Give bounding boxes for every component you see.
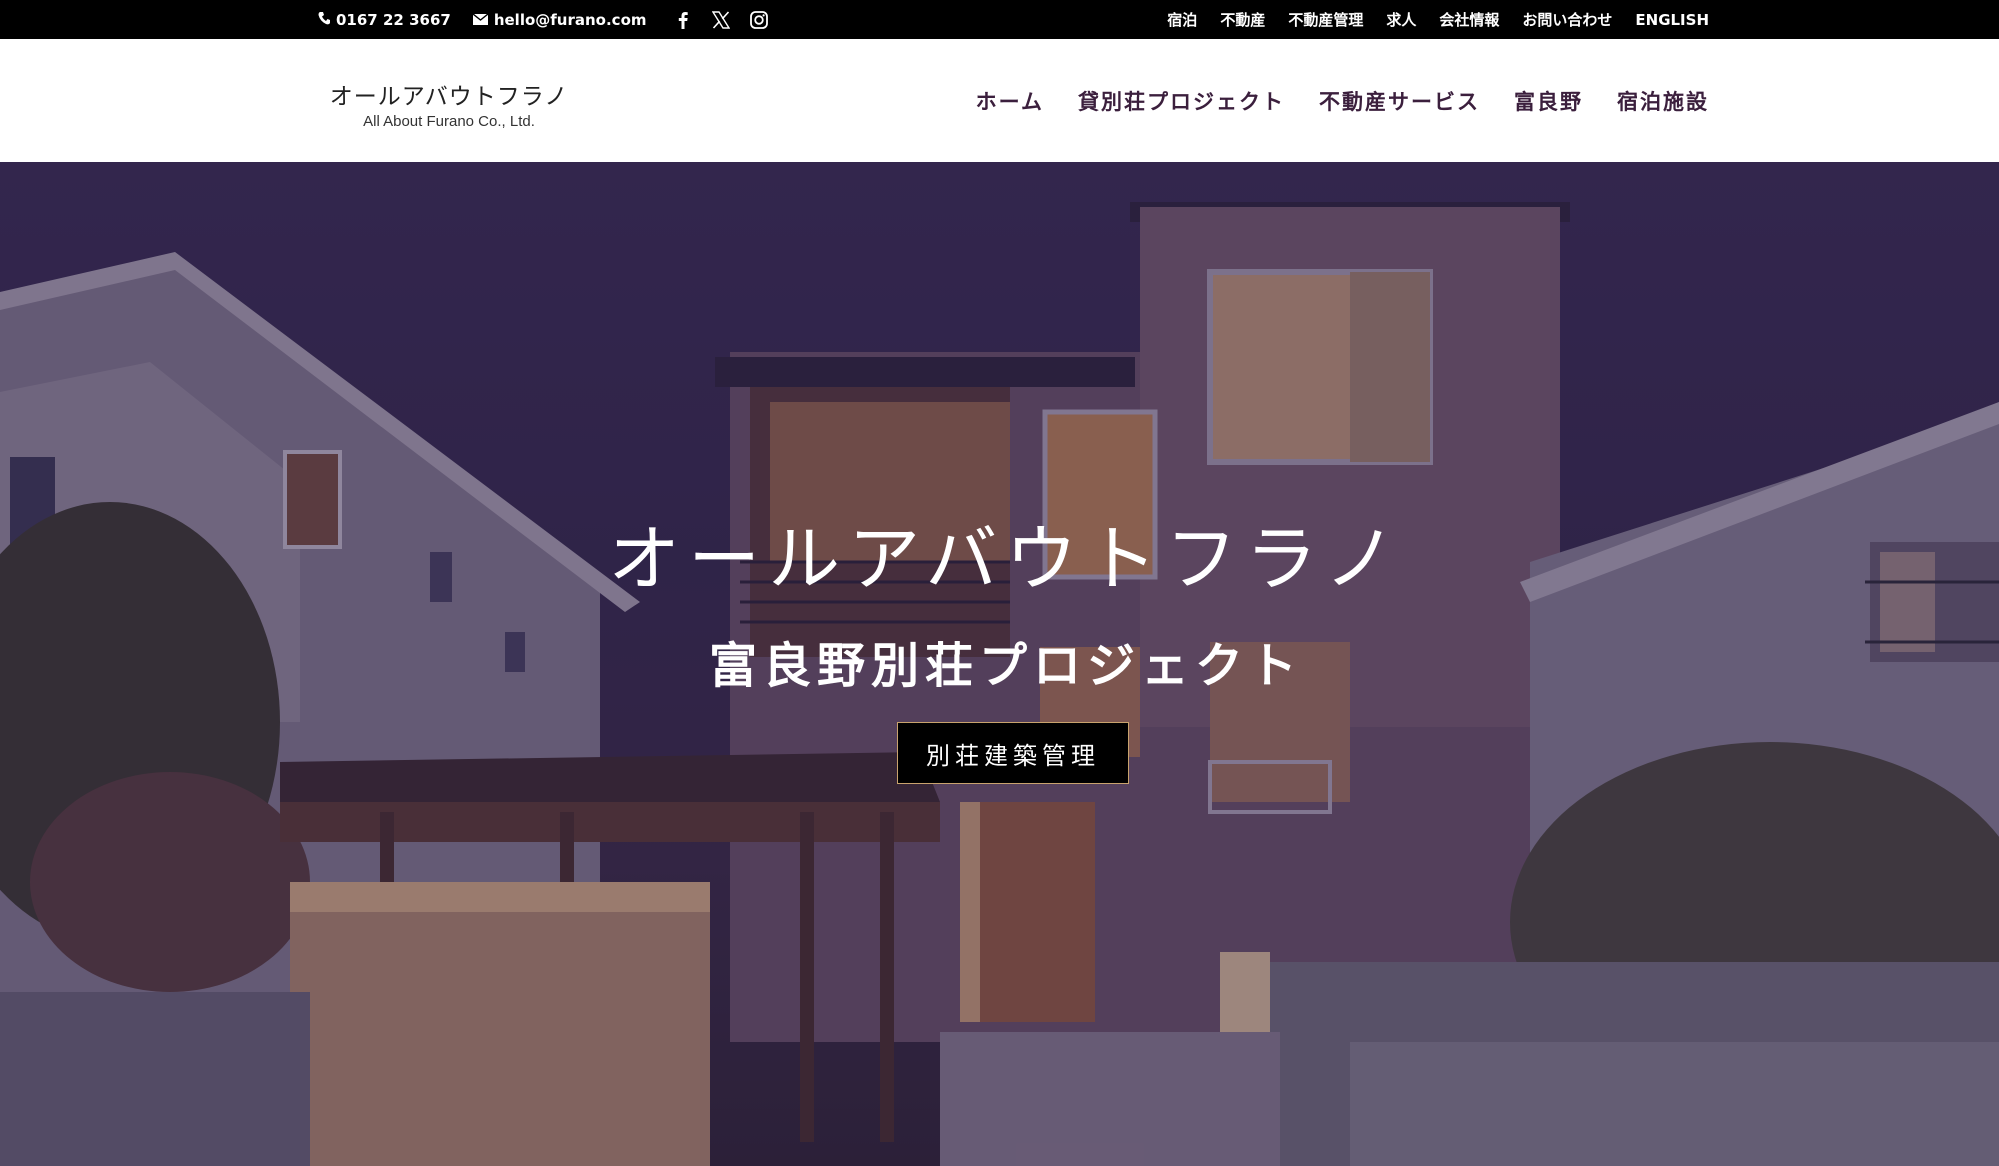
- contact-info: 0167 22 3667 hello@furano.com: [318, 0, 769, 39]
- site-header: オールアバウトフラノ All About Furano Co., Ltd. ホー…: [0, 39, 1999, 162]
- secondary-nav-property-management[interactable]: 不動産管理: [1288, 9, 1363, 30]
- phone-link[interactable]: 0167 22 3667: [318, 11, 451, 29]
- secondary-nav-contact[interactable]: お問い合わせ: [1522, 9, 1612, 30]
- main-nav-real-estate-services[interactable]: 不動産サービス: [1319, 86, 1480, 116]
- secondary-nav-english[interactable]: ENGLISH: [1635, 11, 1709, 29]
- email-link[interactable]: hello@furano.com: [472, 10, 647, 29]
- logo-english: All About Furano Co., Ltd.: [363, 113, 535, 130]
- secondary-nav: 宿泊 不動産 不動産管理 求人 会社情報 お問い合わせ ENGLISH: [1167, 0, 1709, 39]
- main-nav-accommodation[interactable]: 宿泊施設: [1617, 86, 1709, 116]
- email-address: hello@furano.com: [493, 10, 647, 29]
- instagram-icon[interactable]: [749, 10, 769, 30]
- site-logo[interactable]: オールアバウトフラノ All About Furano Co., Ltd.: [329, 77, 569, 130]
- logo-japanese: オールアバウトフラノ: [329, 84, 569, 110]
- secondary-nav-stay[interactable]: 宿泊: [1167, 9, 1197, 30]
- phone-icon: [318, 11, 330, 29]
- villa-construction-management-button[interactable]: 別荘建築管理: [897, 722, 1129, 784]
- hero-subtitle: 富良野別荘プロジェクト: [708, 638, 1303, 694]
- main-nav-home[interactable]: ホーム: [976, 86, 1044, 116]
- hero-title: オールアバウトフラノ: [608, 517, 1404, 601]
- x-icon[interactable]: [711, 10, 731, 30]
- main-nav: ホーム 貸別荘プロジェクト 不動産サービス 富良野 宿泊施設: [976, 39, 1709, 162]
- envelope-icon: [472, 11, 489, 29]
- hero-section: オールアバウトフラノ 富良野別荘プロジェクト 別荘建築管理: [0, 162, 1999, 1166]
- top-bar: 0167 22 3667 hello@furano.com 宿泊 不動産 不動産…: [0, 0, 1999, 39]
- secondary-nav-jobs[interactable]: 求人: [1386, 9, 1416, 30]
- phone-number: 0167 22 3667: [336, 10, 451, 29]
- secondary-nav-real-estate[interactable]: 不動産: [1220, 9, 1265, 30]
- facebook-icon[interactable]: [673, 10, 693, 30]
- secondary-nav-company[interactable]: 会社情報: [1439, 9, 1499, 30]
- main-nav-rental-villa-project[interactable]: 貸別荘プロジェクト: [1078, 86, 1285, 116]
- social-links: [673, 10, 769, 30]
- main-nav-furano[interactable]: 富良野: [1514, 86, 1583, 116]
